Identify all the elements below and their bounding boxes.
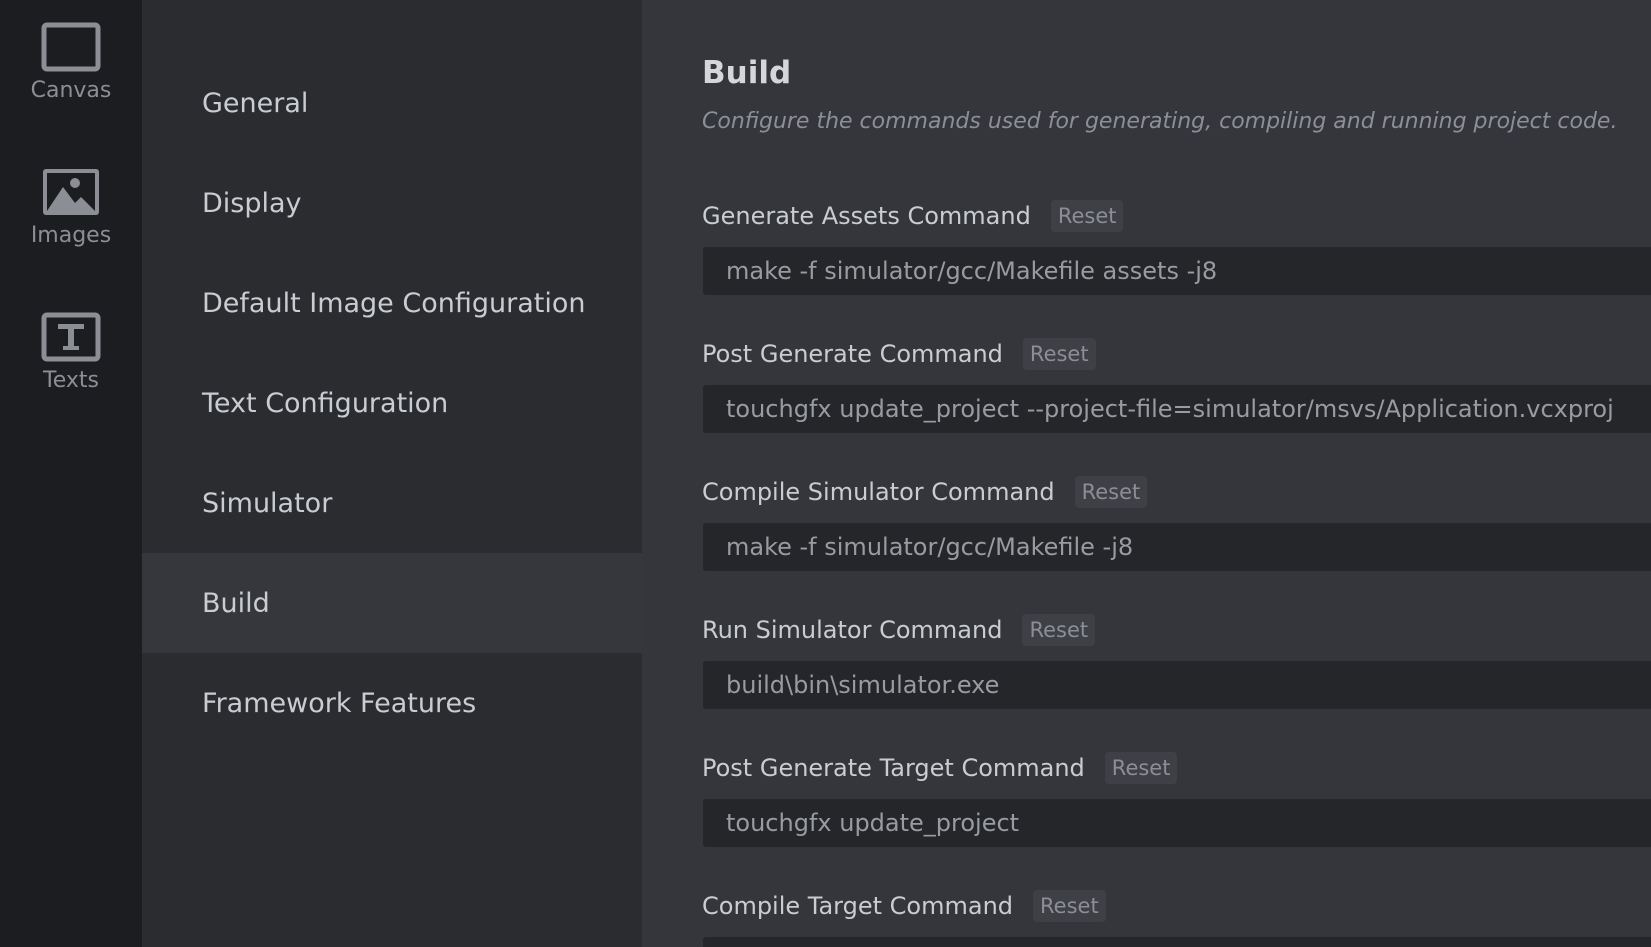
compile-simulator-reset-button[interactable]: Reset [1074,476,1148,508]
rail-label-images: Images [30,223,112,248]
canvas-icon [41,22,101,72]
run-simulator-reset-button[interactable]: Reset [1022,614,1096,646]
texts-icon [41,312,101,362]
post-generate-target-label: Post Generate Target Command [702,754,1085,782]
rail-item-images[interactable]: Images [0,167,142,287]
nav-item-general[interactable]: General [142,53,642,153]
compile-simulator-label: Compile Simulator Command [702,478,1055,506]
rail-item-canvas[interactable]: Canvas [0,22,142,142]
compile-target-input[interactable] [703,937,1651,947]
page-title: Build [702,55,792,91]
rail-label-canvas: Canvas [30,78,112,103]
post-generate-target-input[interactable]: touchgfx update_project [703,799,1651,847]
page-subtitle: Configure the commands used for generati… [702,109,1618,134]
images-icon [43,169,99,215]
field-row-post-generate: Post Generate Command Reset [702,338,1096,370]
icon-rail: Canvas Images Texts [0,0,142,947]
nav-item-text-configuration[interactable]: Text Configuration [142,353,642,453]
app-window: Canvas Images Texts General Display Defa… [0,0,1651,947]
nav-item-framework-features[interactable]: Framework Features [142,653,642,753]
post-generate-reset-button[interactable]: Reset [1022,338,1096,370]
generate-assets-input[interactable]: make -f simulator/gcc/Makefile assets -j… [703,247,1651,295]
compile-simulator-input[interactable]: make -f simulator/gcc/Makefile -j8 [703,523,1651,571]
generate-assets-reset-button[interactable]: Reset [1050,200,1124,232]
compile-target-label: Compile Target Command [702,892,1014,920]
run-simulator-label: Run Simulator Command [702,616,1003,644]
rail-label-texts: Texts [43,368,99,393]
generate-assets-label: Generate Assets Command [702,202,1031,230]
compile-target-reset-button[interactable]: Reset [1033,890,1106,922]
post-generate-input[interactable]: touchgfx update_project --project-file=s… [703,385,1651,433]
nav-item-build[interactable]: Build [142,553,642,653]
run-simulator-input[interactable]: build\bin\simulator.exe [703,661,1651,709]
post-generate-label: Post Generate Command [702,340,1003,368]
field-row-post-generate-target: Post Generate Target Command Reset [702,752,1178,784]
nav-item-simulator[interactable]: Simulator [142,453,642,553]
field-row-generate-assets: Generate Assets Command Reset [702,200,1124,232]
field-row-compile-simulator: Compile Simulator Command Reset [702,476,1148,508]
field-row-run-simulator: Run Simulator Command Reset [702,614,1096,646]
post-generate-target-reset-button[interactable]: Reset [1104,752,1178,784]
nav-item-display[interactable]: Display [142,153,642,253]
field-row-compile-target: Compile Target Command Reset [702,890,1106,922]
rail-item-texts[interactable]: Texts [0,312,142,432]
nav-item-default-image-configuration[interactable]: Default Image Configuration [142,253,642,353]
settings-nav: General Display Default Image Configurat… [142,0,642,947]
settings-content: Build Configure the commands used for ge… [642,0,1651,947]
